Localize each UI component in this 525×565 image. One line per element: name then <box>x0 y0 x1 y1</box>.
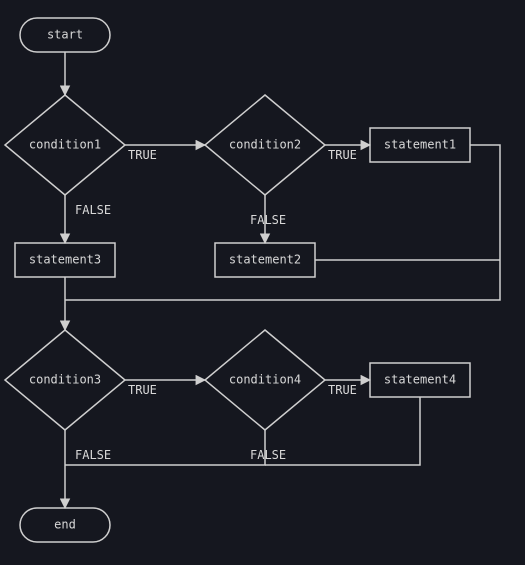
edge-cond2-stmt2-label: FALSE <box>250 213 286 227</box>
edge-cond4-stmt4-label: TRUE <box>328 383 357 397</box>
flowchart-canvas: start condition1 condition2 statement1 s… <box>0 0 525 565</box>
node-statement3: statement3 <box>15 243 115 277</box>
edge-cond3-cond4-label: TRUE <box>128 383 157 397</box>
node-statement1: statement1 <box>370 128 470 162</box>
edge-cond1-stmt3-label: FALSE <box>75 203 111 217</box>
edge-cond4-end-label: FALSE <box>250 448 286 462</box>
node-condition4-label: condition4 <box>229 373 301 387</box>
node-condition1-label: condition1 <box>29 138 101 152</box>
edge-cond1-cond2-label: TRUE <box>128 148 157 162</box>
node-end-label: end <box>54 518 76 532</box>
node-condition3: condition3 <box>5 330 125 430</box>
node-condition3-label: condition3 <box>29 373 101 387</box>
node-start-label: start <box>47 28 83 42</box>
node-start: start <box>20 18 110 52</box>
node-statement2: statement2 <box>215 243 315 277</box>
node-statement2-label: statement2 <box>229 253 301 267</box>
node-condition4: condition4 <box>205 330 325 430</box>
node-condition1: condition1 <box>5 95 125 195</box>
node-statement4: statement4 <box>370 363 470 397</box>
node-condition2-label: condition2 <box>229 138 301 152</box>
edge-cond2-stmt1-label: TRUE <box>328 148 357 162</box>
node-statement4-label: statement4 <box>384 373 456 387</box>
node-statement1-label: statement1 <box>384 138 456 152</box>
node-statement3-label: statement3 <box>29 253 101 267</box>
edge-cond3-end-label: FALSE <box>75 448 111 462</box>
node-end: end <box>20 508 110 542</box>
node-condition2: condition2 <box>205 95 325 195</box>
